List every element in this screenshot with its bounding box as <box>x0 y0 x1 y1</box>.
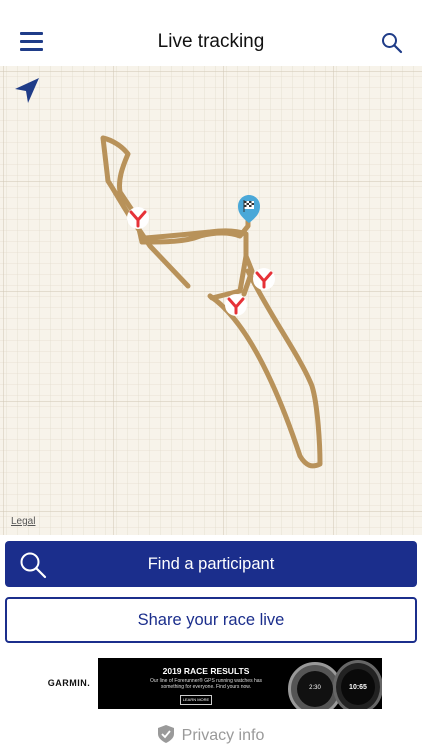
find-participant-button[interactable]: Find a participant <box>5 541 417 587</box>
map-grid <box>0 66 422 535</box>
find-participant-label: Find a participant <box>147 555 275 573</box>
watch-time: 2:30 <box>309 685 321 691</box>
aid-station-marker[interactable] <box>225 294 247 316</box>
ad-title: 2019 RACE RESULTS <box>162 666 250 676</box>
legal-link[interactable]: Legal <box>11 516 35 527</box>
ad-body: Our line of Forerunner® GPS running watc… <box>149 678 263 690</box>
ad-brand-logo: GARMIN. <box>40 658 98 709</box>
share-race-label: Share your race live <box>137 611 285 629</box>
shield-check-icon <box>157 725 174 748</box>
page-title: Live tracking <box>157 31 265 52</box>
locate-arrow-icon[interactable] <box>12 76 42 106</box>
watch-image: 10:65 <box>333 660 382 709</box>
race-map[interactable] <box>0 66 422 535</box>
watch-time: 10:65 <box>349 684 367 691</box>
aid-station-marker[interactable] <box>127 207 149 229</box>
aid-station-marker[interactable] <box>253 268 275 290</box>
privacy-info-label: Privacy info <box>181 727 265 744</box>
search-icon[interactable] <box>380 31 404 55</box>
advertisement-banner[interactable]: GARMIN. 2019 RACE RESULTS Our line of Fo… <box>40 658 382 709</box>
app-header: Live tracking <box>0 0 422 66</box>
ad-cta-button[interactable]: LEARN MORE <box>180 695 212 705</box>
privacy-info-link[interactable]: Privacy info <box>0 725 422 748</box>
share-race-button[interactable]: Share your race live <box>5 597 417 643</box>
